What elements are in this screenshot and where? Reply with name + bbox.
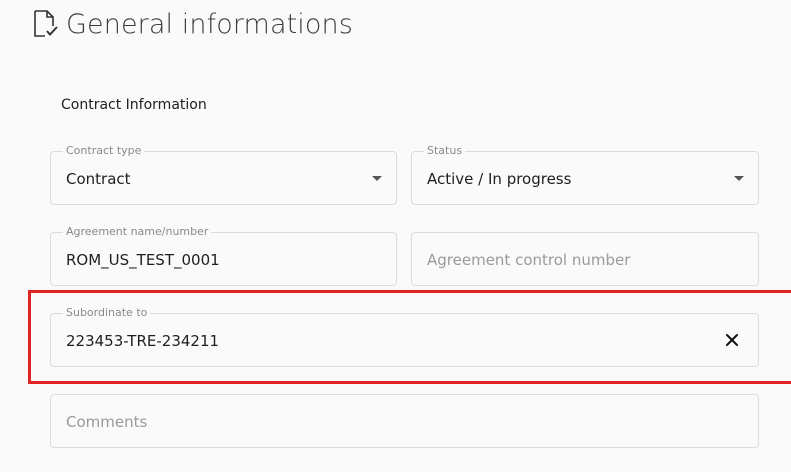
agreement-name-value: ROM_US_TEST_0001 [66, 251, 220, 269]
comments-field[interactable]: Comments [50, 394, 759, 448]
contract-type-select[interactable]: Contract type Contract [50, 144, 397, 205]
status-select[interactable]: Status Active / In progress [411, 144, 759, 205]
status-value: Active / In progress [427, 170, 572, 188]
section-title: Contract Information [61, 97, 207, 113]
agreement-control-number-field[interactable]: Agreement control number [411, 232, 759, 286]
chevron-down-icon[interactable] [734, 176, 744, 181]
agreement-name-field[interactable]: Agreement name/number ROM_US_TEST_0001 [50, 225, 397, 286]
page-title: General informations [66, 8, 353, 40]
agreement-control-number-placeholder: Agreement control number [427, 251, 631, 269]
agreement-name-label: Agreement name/number [63, 225, 212, 239]
chevron-down-icon[interactable] [372, 176, 382, 181]
comments-placeholder: Comments [66, 413, 148, 431]
page-header: General informations [32, 4, 353, 44]
contract-type-value: Contract [66, 170, 131, 188]
status-label: Status [424, 144, 466, 158]
general-informations-page: General informations Contract Informatio… [0, 0, 791, 472]
contract-type-label: Contract type [63, 144, 145, 158]
highlight-frame [28, 290, 791, 384]
document-check-icon [32, 9, 60, 39]
